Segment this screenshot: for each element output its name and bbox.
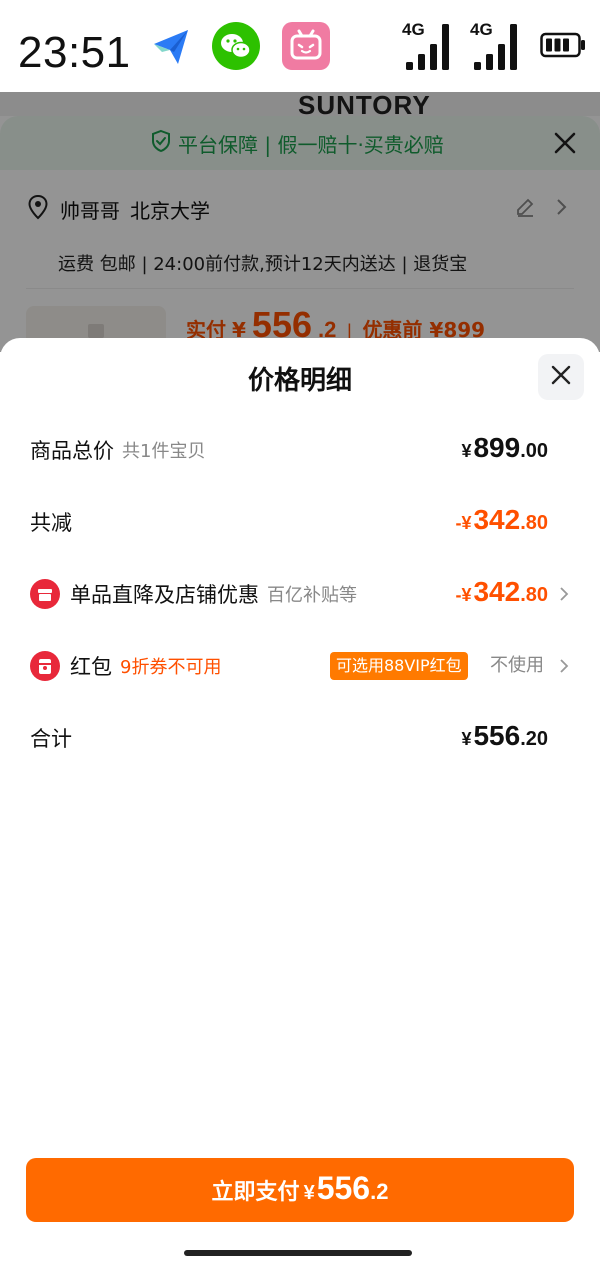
signal-icon-2: 4G [470, 20, 526, 72]
chevron-right-icon [558, 584, 570, 604]
wechat-icon [212, 22, 260, 70]
sheet-title: 价格明细 [247, 366, 352, 396]
total-reduction-price: -¥ 342 .80 [455, 504, 548, 535]
sum-price: ¥ 556 .20 [461, 720, 548, 751]
store-icon [30, 579, 60, 609]
vip-red-packet-badge[interactable]: 可选用88VIP红包 [330, 652, 468, 680]
bilibili-icon [282, 22, 330, 70]
not-use-option[interactable]: 不使用 [490, 646, 544, 686]
close-icon [550, 364, 572, 390]
row-goods-total: 商品总价 共1件宝贝 ¥ 899 .00 [30, 430, 570, 470]
home-indicator[interactable] [184, 1250, 412, 1256]
modal-overlay[interactable] [0, 92, 600, 352]
close-button[interactable] [538, 354, 584, 400]
chevron-right-icon [558, 656, 570, 676]
price-detail-sheet: 价格明细 商品总价 共1件宝贝 ¥ 899 .00 共减 -¥ 342 .80 [0, 338, 600, 1268]
feishu-plane-icon [148, 22, 196, 70]
store-discount-price: -¥ 342 .80 [455, 576, 548, 607]
red-packet-icon [30, 651, 60, 681]
row-store-discount[interactable]: 单品直降及店铺优惠 百亿补贴等 -¥ 342 .80 [30, 574, 570, 614]
clock: 23:51 [18, 28, 131, 77]
goods-total-price: ¥ 899 .00 [461, 432, 548, 463]
signal-icon-1: 4G [402, 20, 458, 72]
row-sum: 合计 ¥ 556 .20 [30, 718, 570, 758]
pay-now-button[interactable]: 立即支付 ¥ 556 .2 [26, 1158, 574, 1222]
battery-icon [540, 32, 586, 58]
row-red-packet[interactable]: 红包 9折券不可用 可选用88VIP红包 不使用 [30, 646, 570, 686]
status-bar: 23:51 4G 4G [0, 0, 600, 92]
row-total-reduction: 共减 -¥ 342 .80 [30, 502, 570, 542]
